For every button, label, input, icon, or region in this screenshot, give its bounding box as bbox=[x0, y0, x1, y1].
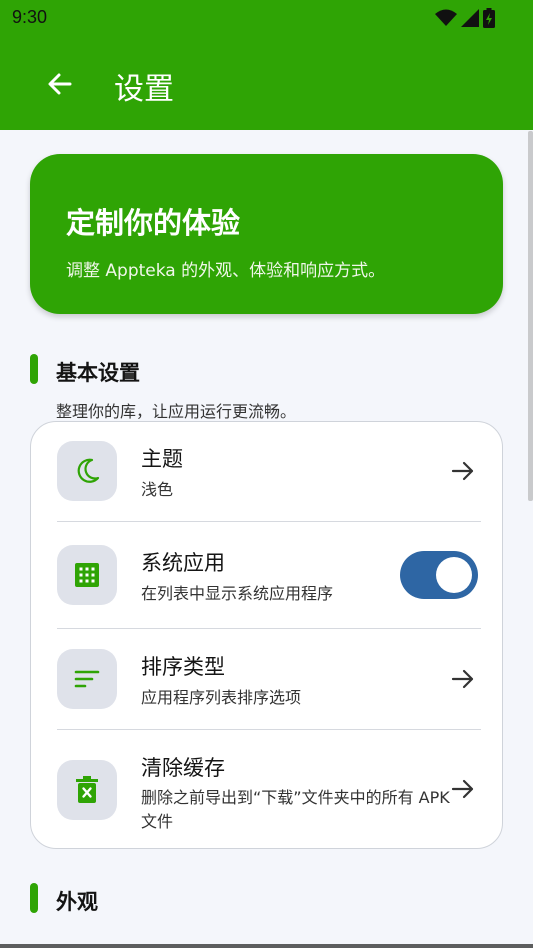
setting-title: 排序类型 bbox=[141, 655, 225, 679]
toggle-knob bbox=[436, 557, 472, 593]
system-apps-icon-box bbox=[57, 545, 117, 605]
status-bar: 9:30 bbox=[0, 0, 533, 36]
grid-icon bbox=[75, 563, 99, 587]
bottom-edge bbox=[0, 944, 533, 948]
setting-subtitle: 删除之前导出到“下载”文件夹中的所有 APK 文件 bbox=[141, 788, 450, 831]
page-title: 设置 bbox=[114, 73, 174, 106]
app-bar: 设置 bbox=[0, 36, 533, 130]
sort-icon bbox=[74, 670, 100, 688]
setting-title: 清除缓存 bbox=[141, 756, 225, 780]
back-button[interactable] bbox=[42, 66, 78, 102]
section-title-basic: 基本设置 bbox=[56, 361, 140, 385]
hero-card: 定制你的体验 调整 Appteka 的外观、体验和响应方式。 bbox=[30, 154, 503, 314]
setting-title: 系统应用 bbox=[141, 551, 225, 575]
battery-icon bbox=[483, 8, 495, 28]
setting-sort-type[interactable]: 排序类型 应用程序列表排序选项 bbox=[31, 629, 504, 729]
sort-icon-box bbox=[57, 649, 117, 709]
wifi-icon bbox=[435, 9, 457, 26]
basic-settings-card: 主题 浅色 系统应用 在列表中显示系统应用程序 排序类型 应用程序列表排序选项 … bbox=[30, 421, 503, 849]
arrow-right-icon bbox=[451, 779, 474, 799]
setting-clear-cache[interactable]: 清除缓存 删除之前导出到“下载”文件夹中的所有 APK 文件 bbox=[31, 730, 504, 848]
hero-title: 定制你的体验 bbox=[66, 206, 241, 240]
trash-icon bbox=[76, 776, 98, 803]
status-time: 9:30 bbox=[12, 7, 48, 27]
moon-icon bbox=[77, 458, 100, 483]
setting-subtitle: 浅色 bbox=[141, 480, 174, 499]
section-accent-bar bbox=[30, 883, 38, 913]
section-accent-bar bbox=[30, 354, 38, 384]
back-arrow-icon bbox=[48, 73, 72, 95]
section-title-appearance: 外观 bbox=[56, 890, 98, 914]
signal-icon bbox=[461, 9, 479, 27]
setting-theme[interactable]: 主题 浅色 bbox=[31, 422, 504, 522]
setting-title: 主题 bbox=[141, 447, 183, 471]
system-apps-toggle[interactable] bbox=[400, 551, 478, 599]
section-subtitle-basic: 整理你的库，让应用运行更流畅。 bbox=[56, 402, 297, 421]
clear-cache-icon-box bbox=[57, 760, 117, 820]
arrow-right-icon bbox=[451, 669, 474, 689]
setting-subtitle: 应用程序列表排序选项 bbox=[141, 688, 302, 707]
theme-icon-box bbox=[57, 441, 117, 501]
status-icons bbox=[435, 8, 495, 28]
scrollbar[interactable] bbox=[528, 131, 533, 501]
hero-subtitle: 调整 Appteka 的外观、体验和响应方式。 bbox=[66, 261, 386, 281]
arrow-right-icon bbox=[451, 461, 474, 481]
